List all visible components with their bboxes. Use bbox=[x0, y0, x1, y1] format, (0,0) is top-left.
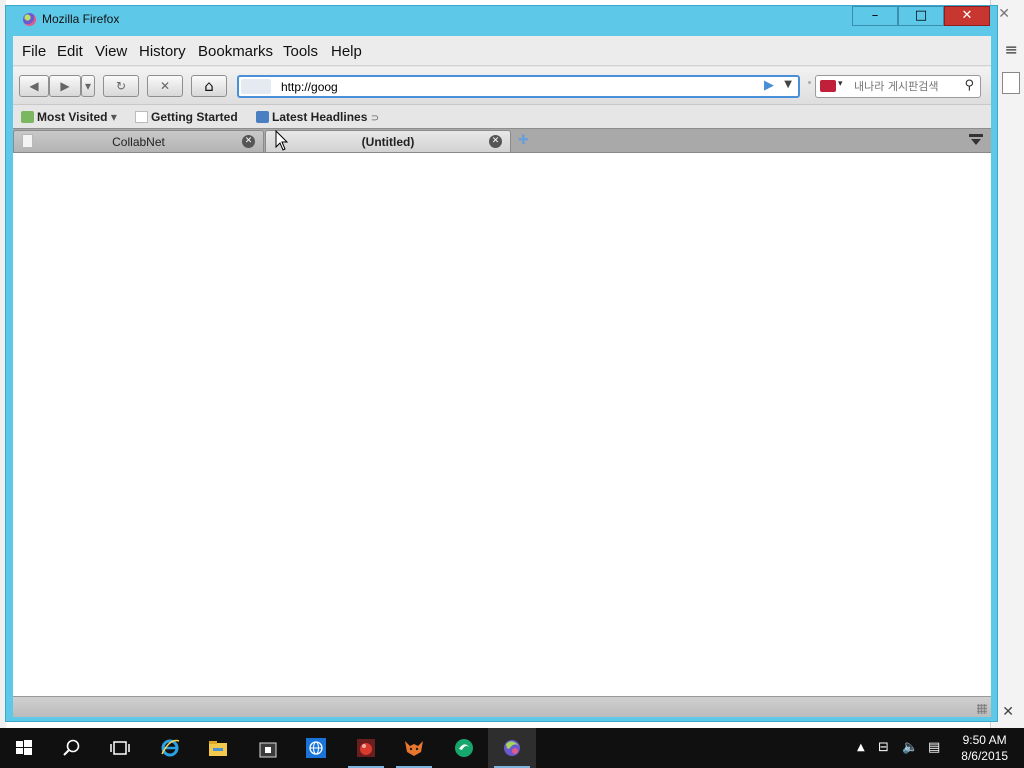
menu-bar: File Edit View History Bookmarks Tools H… bbox=[13, 36, 991, 66]
bookmark-label: Getting Started bbox=[151, 110, 238, 124]
windows-logo-icon bbox=[16, 740, 32, 755]
navigation-toolbar: ◀ ▶ ▾ ↻ ✕ ⌂ ▶ ▼ ▾ ⚲ bbox=[13, 67, 991, 105]
go-arrow-icon[interactable]: ▶ bbox=[764, 78, 774, 93]
menu-file[interactable]: File bbox=[22, 43, 46, 60]
store-icon bbox=[259, 742, 277, 758]
window-title: Mozilla Firefox bbox=[42, 12, 120, 26]
tab-strip: CollabNet ✕ (Untitled) ✕ ✚ bbox=[13, 128, 991, 152]
taskbar-app-red[interactable] bbox=[342, 728, 390, 768]
firefox-icon bbox=[504, 740, 520, 756]
background-close-icon[interactable]: ✕ bbox=[998, 6, 1010, 22]
bookmark-label: Latest Headlines bbox=[272, 110, 368, 124]
taskbar: ▲ ⊟ 🔈 ▤ 9:50 AM 8/6/2015 bbox=[0, 728, 1024, 768]
menu-tools[interactable]: Tools bbox=[283, 43, 318, 60]
bookmarks-toolbar: Most Visited ▾ Getting Started Latest He… bbox=[13, 106, 991, 128]
tab-label: CollabNet bbox=[112, 135, 165, 149]
tab-close-icon[interactable]: ✕ bbox=[242, 135, 255, 148]
background-menu-icon[interactable]: ≡ bbox=[1005, 40, 1018, 59]
chevron-down-icon: ▾ bbox=[110, 110, 117, 124]
page-icon bbox=[135, 111, 148, 123]
new-tab-icon[interactable]: ✚ bbox=[518, 133, 529, 148]
status-bar bbox=[13, 696, 991, 717]
tab-close-icon[interactable]: ✕ bbox=[489, 135, 502, 148]
reload-button[interactable]: ↻ bbox=[103, 75, 139, 97]
bookmark-getting-started[interactable]: Getting Started bbox=[135, 110, 238, 124]
menu-view[interactable]: View bbox=[95, 43, 127, 60]
search-bar[interactable]: ▾ ⚲ bbox=[815, 75, 981, 98]
chevron-down-icon: ▾ bbox=[838, 79, 843, 89]
bookmark-latest-headlines[interactable]: Latest Headlines ⊃ bbox=[256, 110, 379, 124]
history-dropdown-button[interactable]: ▾ bbox=[81, 75, 95, 97]
mouse-cursor-icon bbox=[275, 130, 289, 151]
rss-icon bbox=[256, 111, 269, 123]
site-identity-icon[interactable] bbox=[241, 79, 271, 94]
network-icon[interactable]: ⊟ bbox=[878, 740, 889, 755]
search-input[interactable] bbox=[854, 79, 954, 94]
tab-collabnet[interactable]: CollabNet ✕ bbox=[13, 130, 264, 152]
background-close-icon-lower[interactable]: ✕ bbox=[1002, 704, 1014, 720]
taskbar-firefox[interactable] bbox=[488, 728, 536, 768]
notification-icon[interactable]: ▤ bbox=[928, 740, 940, 755]
firefox-app-icon bbox=[23, 13, 36, 26]
menu-history[interactable]: History bbox=[139, 43, 186, 60]
bug-icon bbox=[357, 739, 375, 757]
menu-bookmarks[interactable]: Bookmarks bbox=[198, 43, 273, 60]
back-button[interactable]: ◀ bbox=[19, 75, 49, 97]
background-scroll-icon[interactable] bbox=[1002, 72, 1020, 94]
forward-button[interactable]: ▶ bbox=[49, 75, 81, 97]
search-engine-selector[interactable]: ▾ bbox=[820, 79, 848, 94]
start-button[interactable] bbox=[0, 728, 48, 768]
home-button[interactable]: ⌂ bbox=[191, 75, 227, 97]
search-icon bbox=[63, 739, 80, 756]
ie-icon bbox=[161, 739, 180, 757]
bookmark-label: Most Visited bbox=[37, 110, 108, 124]
clock[interactable]: 9:50 AM 8/6/2015 bbox=[961, 732, 1008, 764]
globe-icon bbox=[306, 738, 326, 758]
browser-client-area: File Edit View History Bookmarks Tools H… bbox=[13, 36, 991, 717]
close-button[interactable]: ✕ bbox=[944, 6, 990, 26]
page-content-area[interactable] bbox=[13, 152, 991, 696]
minimize-button[interactable]: – bbox=[852, 6, 898, 26]
taskbar-file-explorer[interactable] bbox=[194, 728, 242, 768]
clock-date: 8/6/2015 bbox=[961, 749, 1008, 763]
url-input[interactable] bbox=[281, 79, 751, 94]
firefox-window: Mozilla Firefox – □ ✕ File Edit View His… bbox=[5, 5, 998, 722]
taskbar-internet-explorer[interactable] bbox=[146, 728, 194, 768]
search-icon[interactable]: ⚲ bbox=[964, 78, 974, 93]
task-view-icon bbox=[110, 741, 130, 755]
tab-untitled[interactable]: (Untitled) ✕ bbox=[265, 130, 511, 152]
maximize-button[interactable]: □ bbox=[898, 6, 944, 26]
menu-edit[interactable]: Edit bbox=[57, 43, 83, 60]
volume-icon[interactable]: 🔈 bbox=[902, 740, 918, 755]
taskbar-store[interactable] bbox=[244, 728, 292, 768]
search-button[interactable] bbox=[48, 728, 96, 768]
tab-label: (Untitled) bbox=[361, 135, 415, 149]
taskbar-app-green[interactable] bbox=[440, 728, 488, 768]
taskbar-browser[interactable] bbox=[292, 728, 340, 768]
menu-help[interactable]: Help bbox=[331, 43, 362, 60]
clock-time: 9:50 AM bbox=[962, 733, 1007, 747]
toolbar-separator bbox=[808, 81, 811, 84]
tray-chevron-icon[interactable]: ▲ bbox=[857, 742, 865, 753]
green-circle-icon bbox=[455, 739, 473, 757]
fox-icon bbox=[405, 741, 423, 756]
taskbar-app-fox[interactable] bbox=[390, 728, 438, 768]
search-engine-logo-icon bbox=[820, 80, 836, 92]
task-view-button[interactable] bbox=[96, 728, 144, 768]
title-bar[interactable]: Mozilla Firefox – □ ✕ bbox=[6, 6, 997, 34]
folder-icon bbox=[209, 741, 227, 756]
rss-feed-icon: ⊃ bbox=[370, 113, 380, 124]
stop-button[interactable]: ✕ bbox=[147, 75, 183, 97]
bookmark-most-visited[interactable]: Most Visited ▾ bbox=[21, 110, 117, 124]
url-bar[interactable]: ▶ ▼ bbox=[237, 75, 800, 98]
url-history-dropdown-icon[interactable]: ▼ bbox=[784, 79, 792, 90]
resize-grip-icon[interactable] bbox=[977, 704, 987, 714]
star-icon bbox=[21, 111, 34, 123]
list-all-tabs-icon[interactable] bbox=[969, 134, 983, 145]
